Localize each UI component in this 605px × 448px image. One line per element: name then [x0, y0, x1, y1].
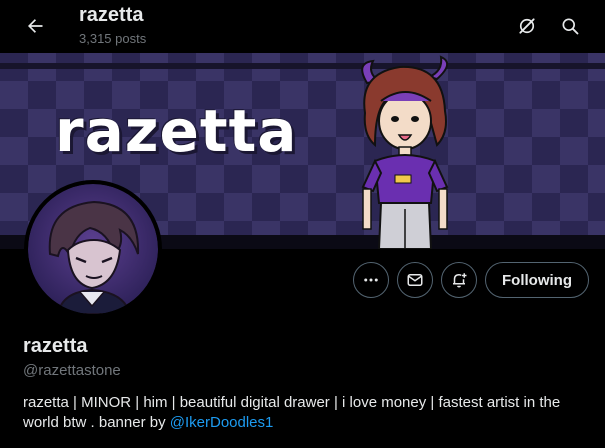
bio-mention-link[interactable]: @IkerDoodles1	[170, 414, 274, 431]
posts-count: 3,315 posts	[79, 31, 147, 46]
bell-plus-icon	[453, 273, 467, 288]
more-button[interactable]	[353, 262, 389, 298]
message-button[interactable]	[397, 262, 433, 298]
banner-character-illustration	[361, 55, 449, 249]
search-button[interactable]	[553, 9, 587, 43]
user-handle: @razettastone	[23, 362, 121, 379]
more-icon	[364, 278, 378, 282]
banner-text: razetta	[55, 97, 298, 165]
notify-button[interactable]	[441, 262, 477, 298]
top-bar: razetta 3,315 posts	[0, 0, 605, 53]
following-button[interactable]: Following	[485, 262, 589, 298]
message-icon	[407, 274, 423, 286]
profile-bio: razetta | MINOR | him | beautiful digita…	[23, 393, 583, 433]
banner-top-stripe	[0, 63, 605, 69]
grok-icon	[519, 18, 535, 34]
back-button[interactable]	[18, 9, 52, 43]
arrow-left-icon	[28, 19, 43, 33]
bio-text: razetta | MINOR | him | beautiful digita…	[23, 394, 561, 431]
avatar-image	[28, 184, 158, 314]
profile-avatar[interactable]	[24, 180, 162, 318]
display-name: razetta	[23, 335, 88, 357]
search-icon	[562, 18, 579, 35]
grok-button[interactable]	[510, 9, 544, 43]
page-title: razetta	[79, 4, 144, 26]
